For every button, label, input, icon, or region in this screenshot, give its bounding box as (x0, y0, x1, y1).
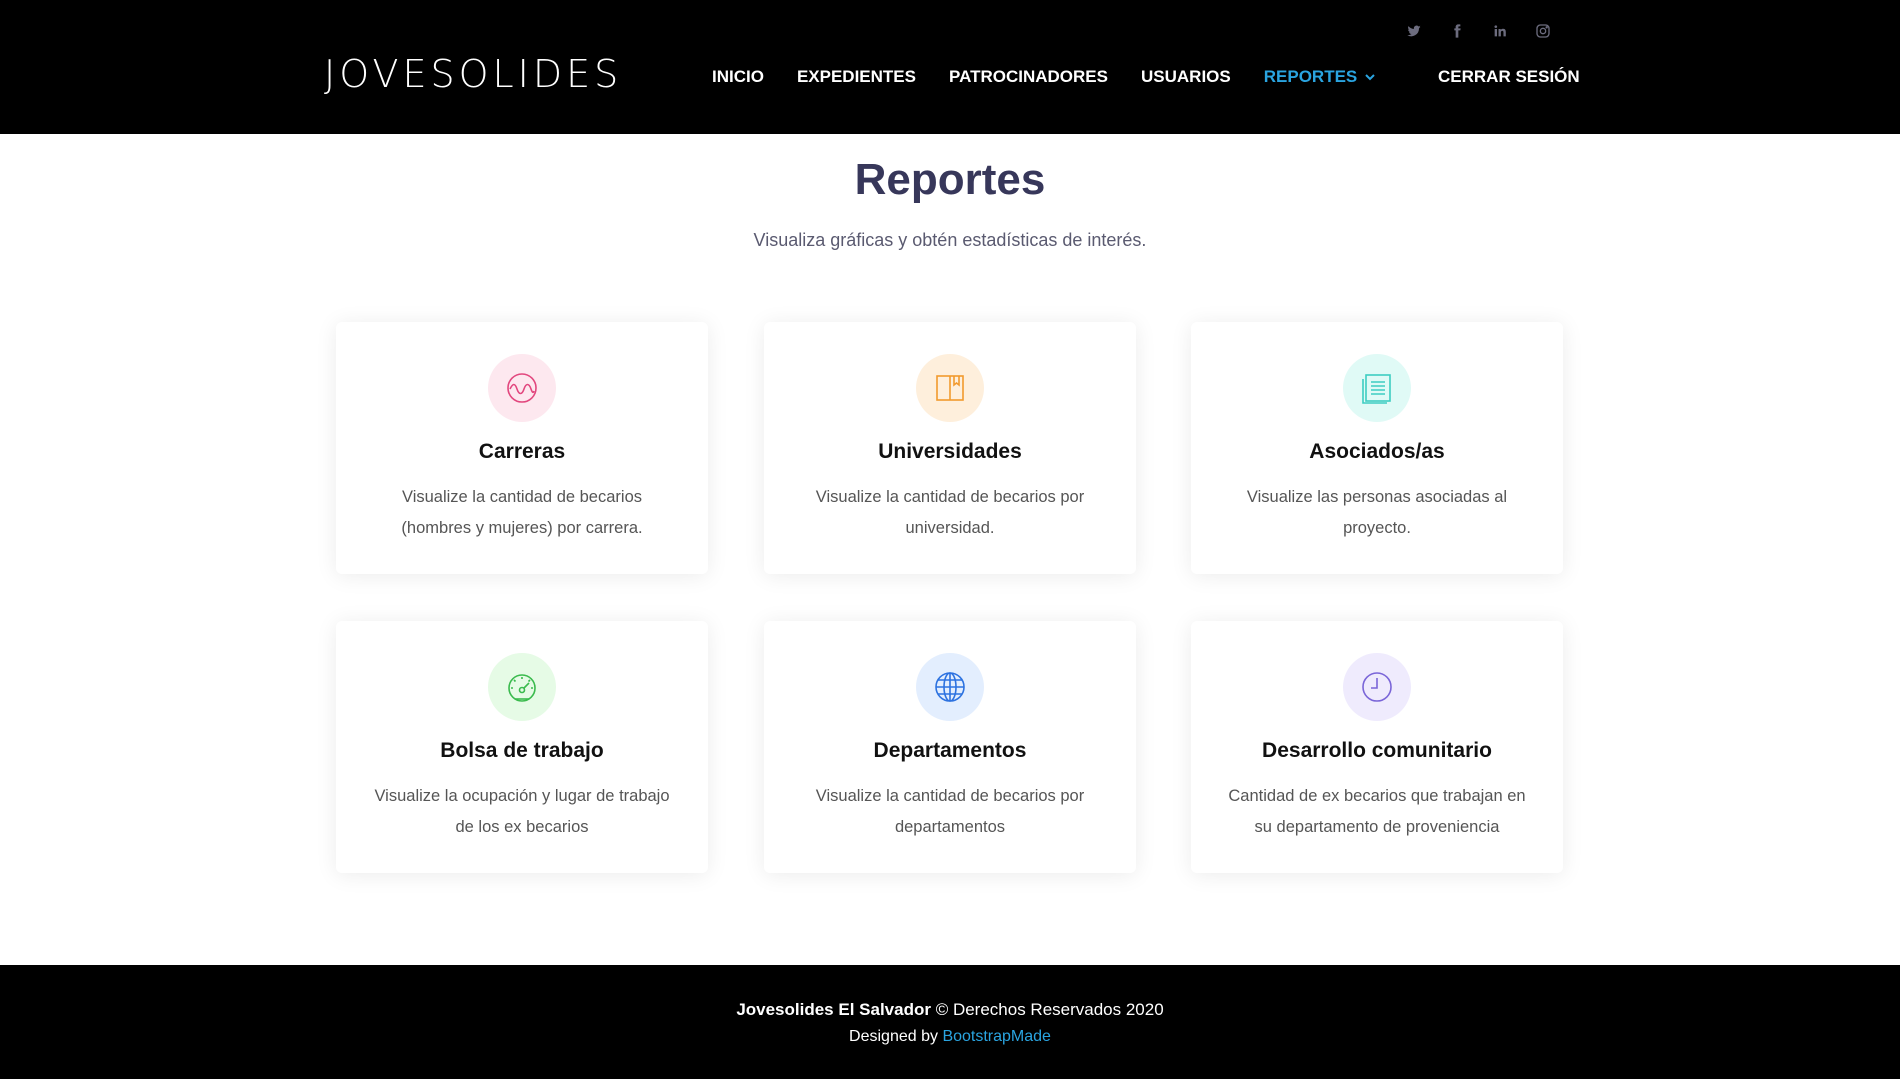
instagram-icon[interactable] (1534, 22, 1552, 40)
card-description: Visualize la cantidad de becarios por un… (815, 488, 1085, 537)
card-description: Visualize las personas asociadas al proy… (1246, 488, 1508, 537)
activity-wave-icon (488, 354, 556, 422)
report-card-departamentos[interactable]: Departamentos Visualize la cantidad de b… (764, 621, 1136, 873)
card-title: Departamentos (873, 739, 1027, 762)
footer-brand: Jovesolides El Salvador (736, 1000, 931, 1019)
logout-link[interactable]: CERRAR SESIÓN (1438, 67, 1580, 87)
card-title: Bolsa de trabajo (440, 739, 604, 762)
site-header: JOVESOLIDES INICIO EXPEDIENTES PATROCINA… (0, 0, 1900, 134)
nav-reportes[interactable]: REPORTES (1264, 67, 1377, 87)
report-card-asociados[interactable]: Asociados/as Visualize las personas asoc… (1191, 322, 1563, 574)
report-card-desarrollo[interactable]: Desarrollo comunitario Cantidad de ex be… (1191, 621, 1563, 873)
page-subtitle: Visualiza gráficas y obtén estadísticas … (753, 230, 1147, 250)
nav-expedientes[interactable]: EXPEDIENTES (797, 67, 916, 87)
card-description: Cantidad de ex becarios que trabajan en … (1228, 787, 1526, 836)
credits: Designed by BootstrapMade (0, 1028, 1900, 1046)
card-title: Carreras (478, 440, 566, 463)
nav-reportes-label: REPORTES (1263, 67, 1358, 86)
speedometer-icon (488, 653, 556, 721)
twitter-icon[interactable] (1405, 22, 1423, 40)
chevron-down-icon (1365, 74, 1375, 81)
clock-icon (1343, 653, 1411, 721)
report-card-universidades[interactable]: Universidades Visualize la cantidad de b… (764, 322, 1136, 574)
globe-icon (916, 653, 984, 721)
card-title: Desarrollo comunitario (1262, 739, 1492, 762)
report-card-bolsa-trabajo[interactable]: Bolsa de trabajo Visualize la ocupación … (336, 621, 708, 873)
footer-rights: © Derechos Reservados 2020 (930, 1000, 1164, 1019)
nav-patrocinadores[interactable]: PATROCINADORES (949, 67, 1108, 87)
copyright: Jovesolides El Salvador © Derechos Reser… (0, 1000, 1900, 1020)
page-title: Reportes (854, 155, 1046, 204)
social-links (1405, 22, 1552, 40)
card-title: Universidades (878, 440, 1022, 463)
card-description: Visualize la ocupación y lugar de trabaj… (374, 787, 670, 836)
facebook-icon[interactable] (1448, 22, 1466, 40)
card-description: Visualize la cantidad de becarios (hombr… (401, 488, 643, 537)
card-description: Visualize la cantidad de becarios por de… (815, 787, 1085, 836)
report-card-carreras[interactable]: Carreras Visualize la cantidad de becari… (336, 322, 708, 574)
designer-link[interactable]: BootstrapMade (942, 1028, 1051, 1045)
document-list-icon (1343, 354, 1411, 422)
designed-by-label: Designed by (849, 1028, 943, 1045)
linkedin-icon[interactable] (1491, 22, 1509, 40)
book-icon (916, 354, 984, 422)
nav-usuarios[interactable]: USUARIOS (1141, 67, 1231, 87)
card-title: Asociados/as (1309, 440, 1445, 463)
main-nav: INICIO EXPEDIENTES PATROCINADORES USUARI… (712, 67, 1409, 87)
nav-inicio[interactable]: INICIO (712, 67, 764, 87)
site-logo[interactable]: JOVESOLIDES (324, 52, 622, 96)
site-footer: Jovesolides El Salvador © Derechos Reser… (0, 965, 1900, 1079)
